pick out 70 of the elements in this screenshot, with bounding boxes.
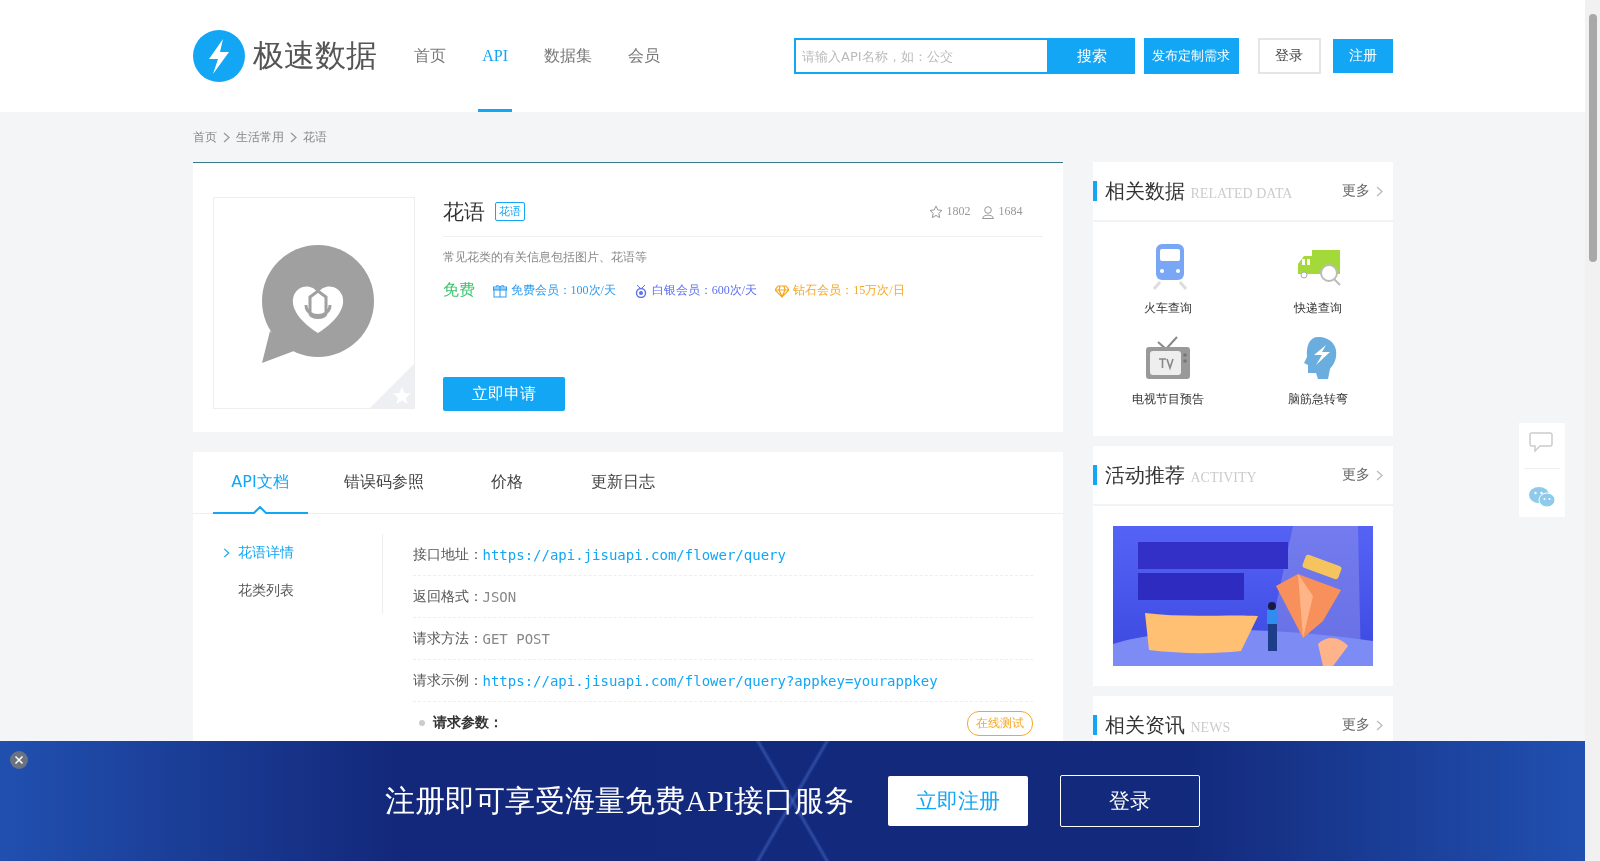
- related-data-item[interactable]: 电视节目预告: [1092, 333, 1243, 408]
- more-link[interactable]: 更多: [1341, 182, 1383, 200]
- tab[interactable]: 错误码参照: [325, 452, 442, 514]
- tab[interactable]: 价格: [459, 452, 555, 514]
- api-description: 常见花类的有关信息包括图片、花语等: [442, 249, 648, 266]
- search-field[interactable]: 请输入API名称，如：公交: [794, 38, 1050, 74]
- chevron-icon: [1375, 469, 1383, 481]
- publish-button[interactable]: 发布定制需求: [1144, 38, 1239, 74]
- wechat-icon[interactable]: [1528, 485, 1556, 510]
- user-icon: [980, 204, 995, 219]
- related-data-item[interactable]: 快递查询: [1242, 242, 1393, 317]
- scrollbar[interactable]: [1585, 0, 1600, 861]
- tab[interactable]: API文档: [212, 452, 308, 514]
- breadcrumb-link[interactable]: 生活常用: [235, 128, 284, 146]
- nav-link[interactable]: 首页: [410, 0, 451, 112]
- quota-text: 钻石会员：15万次/日: [793, 282, 905, 299]
- chevron-icon: [222, 548, 230, 558]
- api-title: 花语: [442, 198, 485, 226]
- panel-title: 活动推荐: [1092, 465, 1185, 485]
- tab[interactable]: 更新日志: [572, 452, 673, 514]
- chevron-icon: [289, 131, 297, 143]
- category-tag: 花语: [494, 202, 525, 221]
- favorite-count: 1802: [946, 204, 971, 219]
- field-value: GET POST: [482, 630, 550, 647]
- quota-text: 免费会员：100次/天: [510, 282, 616, 299]
- bullet-dot: [418, 720, 425, 726]
- field-label: 接口地址：: [412, 545, 483, 564]
- field-label: 请求方法：: [412, 629, 483, 648]
- related-data-item[interactable]: 火车查询: [1092, 242, 1243, 317]
- quota-text: 白银会员：600次/天: [651, 282, 758, 299]
- close-icon[interactable]: [10, 751, 28, 769]
- field-value: JSON: [482, 588, 517, 605]
- more-link[interactable]: 更多: [1341, 716, 1383, 734]
- field-label: 请求示例：: [412, 671, 483, 690]
- login-button[interactable]: 登录: [1059, 775, 1200, 827]
- notch-icon: [253, 506, 267, 514]
- chevron-icon: [222, 131, 230, 143]
- side-menu-item[interactable]: 花类列表: [212, 582, 382, 600]
- login-button[interactable]: 登录: [1257, 38, 1321, 74]
- user-count: 1684: [998, 204, 1023, 219]
- star-icon: [928, 204, 943, 219]
- url-link[interactable]: https://api.jisuapi.com/flower/query?appkey=yourappkey: [482, 672, 938, 689]
- url-link[interactable]: https://api.jisuapi.com/flower/query: [482, 546, 786, 563]
- chevron-icon: [1375, 719, 1383, 731]
- section-heading: 请求参数：: [432, 714, 503, 732]
- apply-button[interactable]: 立即申请: [442, 377, 565, 411]
- promo-text: 注册即可享受海量免费API接口服务: [385, 782, 854, 819]
- breadcrumb-link[interactable]: 首页: [192, 128, 217, 146]
- lightning-logo-icon: [192, 30, 245, 82]
- nav-link[interactable]: 数据集: [540, 0, 597, 112]
- chevron-icon: [1375, 185, 1383, 197]
- register-button[interactable]: 注册: [1332, 39, 1393, 73]
- scrollbar-thumb[interactable]: [1589, 14, 1597, 262]
- breadcrumb-link[interactable]: 花语: [302, 128, 327, 146]
- medal-icon: [633, 283, 648, 298]
- side-menu-item[interactable]: 花语详情: [212, 544, 382, 562]
- related-data-item[interactable]: 脑筋急转弯: [1242, 333, 1393, 408]
- panel-title: 相关数据: [1092, 181, 1185, 201]
- register-now-button[interactable]: 立即注册: [887, 776, 1028, 826]
- nav-link[interactable]: 会员: [624, 0, 665, 112]
- logo-text: 极速数据: [252, 36, 377, 75]
- chat-bubble-icon[interactable]: [1529, 430, 1555, 453]
- diamond-icon: [775, 283, 790, 298]
- gift-icon: [492, 283, 507, 298]
- nav-link[interactable]: API: [478, 0, 513, 112]
- field-label: 返回格式：: [412, 587, 483, 606]
- price-label: 免费: [442, 280, 475, 301]
- panel-title: 相关资讯: [1092, 715, 1185, 735]
- search-button[interactable]: 搜索: [1049, 38, 1136, 74]
- more-link[interactable]: 更多: [1341, 466, 1383, 484]
